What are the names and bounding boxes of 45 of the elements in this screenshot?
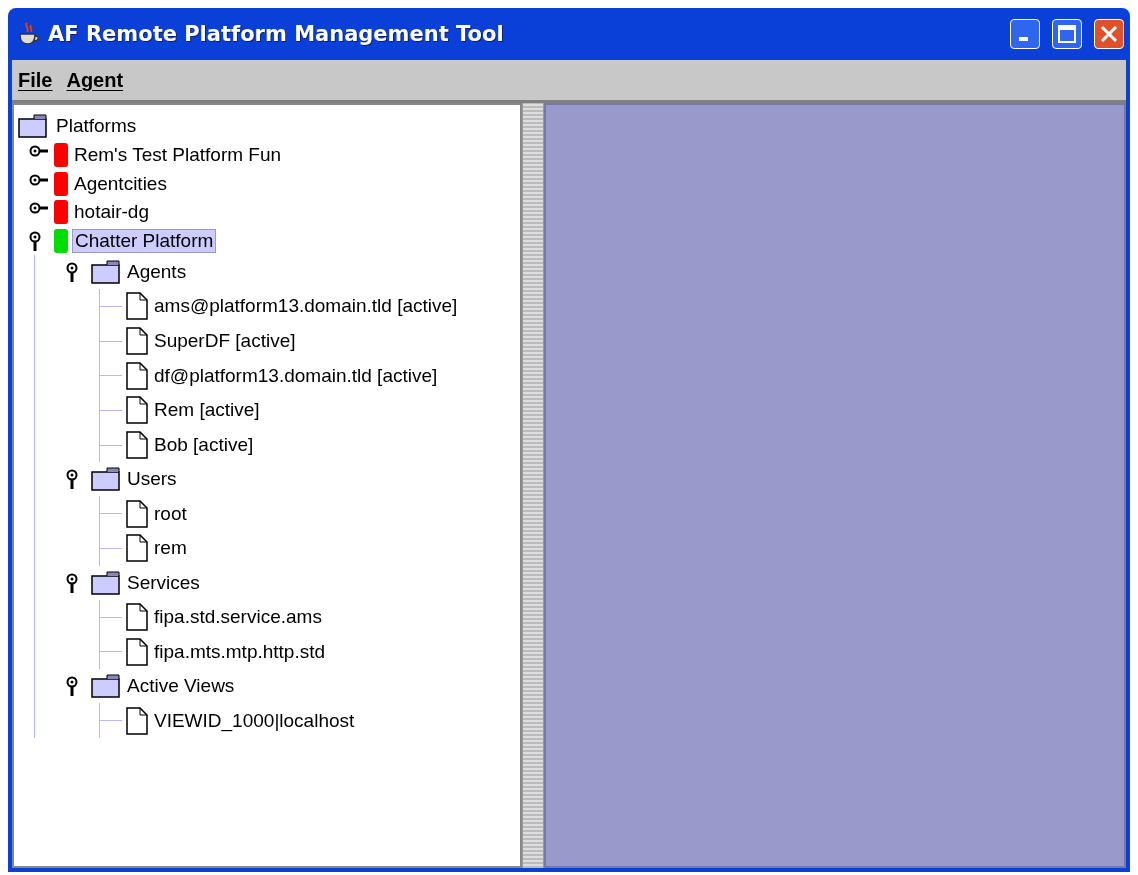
coffee-cup-icon: [18, 22, 40, 46]
document-icon: [126, 292, 148, 321]
minimize-icon: [1019, 37, 1028, 41]
tree-item[interactable]: Agents: [125, 261, 189, 283]
menu-item[interactable]: Agent: [66, 68, 124, 92]
close-icon: [1099, 24, 1119, 44]
document-icon: [126, 706, 148, 735]
folder-icon: [91, 260, 121, 284]
tree-item[interactable]: Platforms: [54, 115, 139, 137]
tree-item[interactable]: root: [152, 502, 189, 525]
folder-icon: [18, 114, 48, 138]
document-icon: [126, 327, 148, 356]
document-icon: [126, 396, 148, 425]
tree-item[interactable]: hotair-dg: [72, 201, 151, 224]
tree-item[interactable]: Chatter Platform: [72, 228, 217, 253]
folder-icon: [91, 570, 121, 595]
tree-item[interactable]: Bob [active]: [152, 434, 256, 457]
splitter-handle[interactable]: [522, 103, 544, 868]
document-icon: [126, 534, 148, 563]
maximize-button[interactable]: [1052, 19, 1082, 49]
menu-item[interactable]: File: [18, 68, 53, 92]
document-icon: [126, 499, 148, 528]
tree-item[interactable]: Rem [active]: [152, 399, 262, 422]
tree-item[interactable]: SuperDF [active]: [152, 330, 298, 353]
close-button[interactable]: [1094, 19, 1124, 49]
tree-item[interactable]: VIEWID_1000|localhost: [152, 709, 357, 732]
folder-icon: [91, 674, 121, 699]
document-icon: [126, 431, 148, 460]
tree-item[interactable]: Active Views: [125, 675, 237, 698]
tree-item[interactable]: Services: [125, 571, 202, 594]
folder-icon: [91, 467, 121, 492]
document-icon: [126, 637, 148, 666]
document-icon: [126, 361, 148, 390]
tree-item[interactable]: fipa.std.service.ams: [152, 606, 324, 629]
tree-item[interactable]: ams@platform13.domain.tld [active]: [152, 295, 460, 318]
tree-item[interactable]: Users: [125, 468, 179, 491]
tree-item[interactable]: rem: [152, 537, 189, 560]
tree-item[interactable]: Rem's Test Platform Fun: [72, 144, 284, 167]
minimize-button[interactable]: [1010, 19, 1040, 49]
document-icon: [126, 603, 148, 632]
tree-item[interactable]: df@platform13.domain.tld [active]: [152, 364, 440, 387]
tree-item[interactable]: fipa.mts.mtp.http.std: [152, 640, 328, 663]
tree-item[interactable]: Agentcities: [72, 172, 169, 195]
window-title: AF Remote Platform Management Tool: [48, 22, 504, 46]
maximize-icon: [1057, 24, 1077, 44]
